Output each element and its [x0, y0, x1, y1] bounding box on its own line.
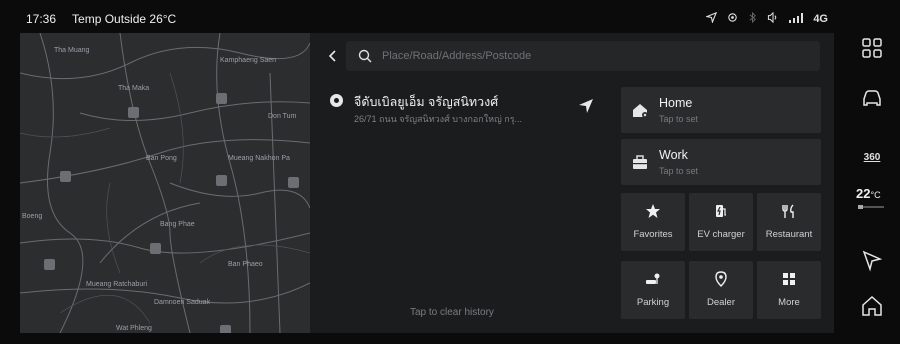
- clock: 17:36: [26, 12, 57, 26]
- more-label: More: [778, 297, 800, 308]
- home-label: Home: [659, 96, 693, 110]
- briefcase-icon: [633, 155, 647, 169]
- map-place-label: Ban Phaeo: [228, 261, 263, 268]
- ev-charger-button[interactable]: EV charger: [689, 193, 753, 251]
- navigate-arrow-icon[interactable]: [578, 98, 594, 114]
- restaurant-button[interactable]: Restaurant: [757, 193, 821, 251]
- more-button[interactable]: More: [757, 261, 821, 319]
- navigation-icon[interactable]: [860, 248, 884, 272]
- home-icon: [633, 104, 648, 118]
- dealer-pin-icon: [715, 271, 727, 287]
- map-poi-icon[interactable]: [128, 107, 139, 118]
- work-hint: Tap to set: [659, 166, 699, 176]
- ev-charger-icon: [716, 205, 726, 217]
- back-button[interactable]: [322, 44, 344, 68]
- map-place-label: Mueang Nakhon Pa: [228, 155, 290, 162]
- home-screen-icon[interactable]: [860, 294, 884, 318]
- map-poi-icon[interactable]: [150, 243, 161, 254]
- map-place-label: Mueang Ratchaburi: [86, 281, 148, 288]
- search-row: [310, 33, 834, 79]
- ev-charger-label: EV charger: [697, 229, 745, 240]
- restaurant-label: Restaurant: [765, 229, 813, 240]
- map-poi-icon[interactable]: [216, 93, 227, 104]
- fork-knife-icon: [782, 204, 794, 218]
- chevron-left-icon: [328, 50, 336, 62]
- favorites-button[interactable]: Favorites: [621, 193, 685, 251]
- parking-label: Parking: [636, 297, 670, 308]
- dealer-button[interactable]: Dealer: [689, 261, 753, 319]
- map-roads: [20, 33, 310, 333]
- map-poi-icon[interactable]: [220, 325, 231, 333]
- work-label: Work: [659, 148, 688, 162]
- cabin-temperature-value: 22: [856, 186, 871, 201]
- search-panel: จีดับเบิลยูเอ็ม จรัญสนิทวงศ์ 26/71 ถนน จ…: [310, 33, 834, 333]
- map-poi-icon[interactable]: [288, 177, 299, 188]
- dealer-label: Dealer: [707, 297, 735, 308]
- grid-icon: [783, 273, 795, 285]
- star-icon: [646, 204, 660, 218]
- home-shortcut[interactable]: Home Tap to set: [621, 87, 821, 133]
- history-item[interactable]: จีดับเบิลยูเอ็ม จรัญสนิทวงศ์ 26/71 ถนน จ…: [322, 88, 612, 130]
- parking-icon: [646, 273, 660, 284]
- map-place-label: Kamphaeng Saen: [220, 57, 277, 64]
- map-place-label: Bang Phae: [160, 221, 195, 228]
- status-bar: 17:36 Temp Outside 26°C 4G: [14, 6, 844, 32]
- status-icons: 4G: [705, 6, 828, 32]
- camera-icon: [727, 12, 738, 26]
- navigation-arrow-icon: [705, 11, 718, 26]
- parking-button[interactable]: Parking: [621, 261, 685, 319]
- map-place-label: Wat Phleng: [116, 325, 152, 332]
- map-place-label: Boeng: [22, 213, 43, 220]
- search-box[interactable]: [346, 41, 820, 71]
- search-icon: [358, 49, 372, 63]
- map-poi-icon[interactable]: [60, 171, 71, 182]
- home-hint: Tap to set: [659, 114, 699, 124]
- map-poi-icon[interactable]: [216, 175, 227, 186]
- right-rail: 360 22°C: [844, 0, 900, 344]
- signal-strength-icon: [789, 12, 804, 26]
- map-place-label: Don Tum: [268, 113, 297, 120]
- search-input[interactable]: [382, 50, 802, 62]
- favorites-label: Favorites: [633, 229, 673, 240]
- map-place-label: Ban Pong: [146, 155, 177, 162]
- head-unit-screen: 17:36 Temp Outside 26°C 4G Tha Muang Kam…: [0, 0, 900, 344]
- work-shortcut[interactable]: Work Tap to set: [621, 139, 821, 185]
- network-type: 4G: [813, 13, 828, 25]
- history-item-name: จีดับเบิลยูเอ็ม จรัญสนิทวงศ์: [354, 95, 499, 109]
- volume-icon: [767, 11, 779, 26]
- cabin-temperature[interactable]: 22°C: [856, 186, 881, 201]
- fan-level-indicator: [858, 205, 884, 209]
- map-poi-icon[interactable]: [44, 259, 55, 270]
- map-place-label: Tha Maka: [118, 85, 150, 92]
- map-place-label: Tha Muang: [54, 47, 90, 54]
- camera-360-button[interactable]: 360: [860, 152, 884, 163]
- car-icon[interactable]: [860, 86, 884, 110]
- map-view[interactable]: Tha Muang Kamphaeng Saen Tha Maka Don Tu…: [20, 33, 310, 333]
- location-pin-icon: [330, 94, 343, 107]
- cabin-temperature-unit: °C: [870, 190, 881, 200]
- outside-temperature: Temp Outside 26°C: [72, 12, 177, 26]
- history-item-address: 26/71 ถนน จรัญสนิทวงศ์ บางกอกใหญ่ กรุ...: [354, 114, 523, 124]
- clear-history-button[interactable]: Tap to clear history: [410, 307, 494, 318]
- apps-grid-icon[interactable]: [860, 36, 884, 60]
- bluetooth-icon: [748, 11, 757, 26]
- map-place-label: Damnoen Saduak: [154, 299, 211, 306]
